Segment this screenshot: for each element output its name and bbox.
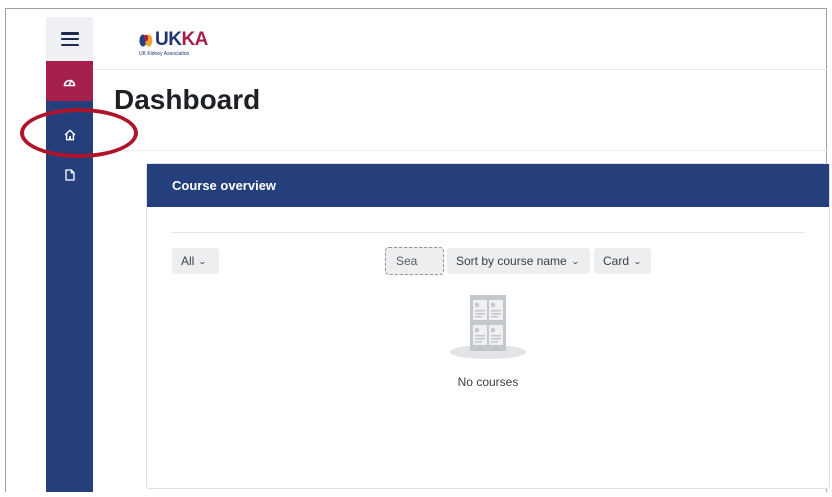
logo-subtitle: UK Kidney Association [139,51,190,57]
course-overview-card: Course overview All ⌄ Sort by course nam… [146,163,830,489]
ukka-logo[interactable]: UK KA UK Kidney Association [139,30,208,58]
chevron-down-icon: ⌄ [198,256,208,266]
sort-label: Sort by course name [456,254,567,268]
menu-toggle-button[interactable] [46,17,93,61]
no-courses-message: No courses [457,375,519,389]
logo-wordmark: UK KA [139,30,208,50]
sidebar-item-dashboard[interactable] [46,61,93,101]
view-label: Card [603,254,630,268]
sidebar-item-files[interactable] [46,159,93,191]
filter-label: All [181,254,195,268]
course-overview-header: Course overview [147,164,829,207]
logo-text-ka: KA [181,29,208,50]
controls-divider [172,232,804,233]
sidebar [46,17,93,492]
sort-dropdown[interactable]: Sort by course name ⌄ [447,248,590,274]
gauge-icon [63,79,76,86]
filter-dropdown[interactable]: All ⌄ [172,248,219,274]
file-icon [64,169,75,181]
highlight-annotation-ellipse [20,108,138,158]
hamburger-icon [60,32,79,46]
page-title: Dashboard [114,84,261,115]
header-divider [93,69,827,70]
view-dropdown[interactable]: Card ⌄ [594,248,651,274]
chevron-down-icon: ⌄ [633,256,642,266]
no-courses-illustration [450,295,526,359]
search-input[interactable] [385,247,444,275]
title-divider [93,150,827,151]
logo-text-uk: UK [155,29,182,50]
chevron-down-icon: ⌄ [570,256,580,266]
kidney-logo-icon [139,34,153,46]
